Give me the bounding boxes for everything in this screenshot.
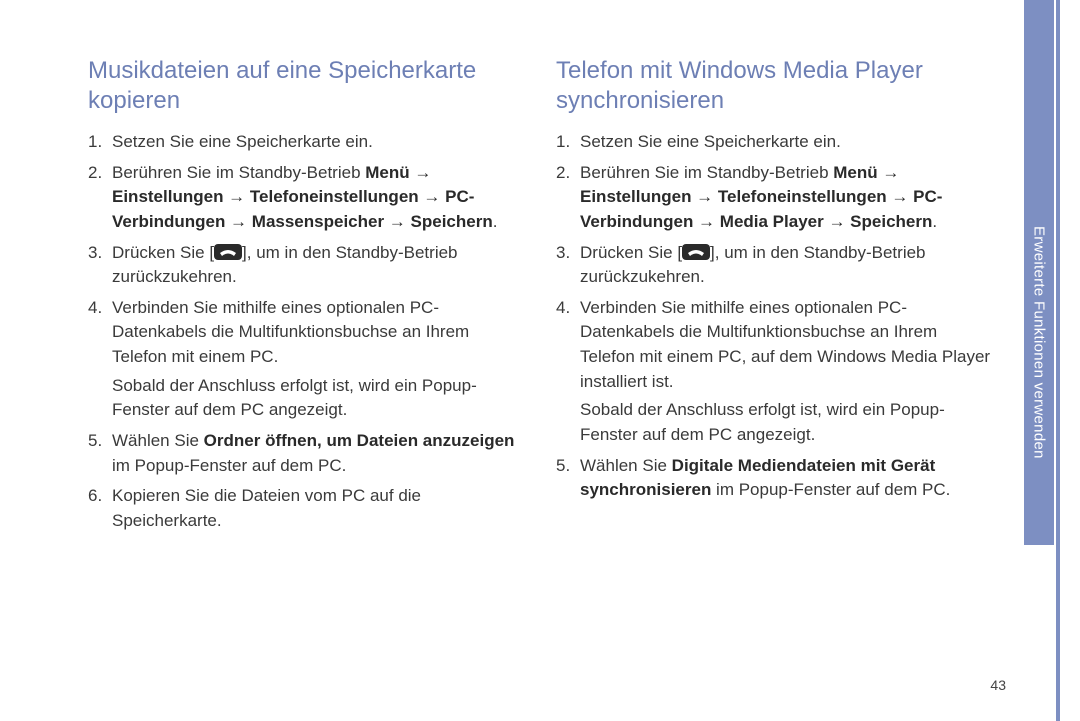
step-text: Berühren Sie im Standby-Betrieb <box>580 163 833 182</box>
left-step-list: Setzen Sie eine Speicherkarte ein. Berüh… <box>88 130 528 534</box>
right-column: Telefon mit Windows Media Player synchro… <box>556 56 996 540</box>
step-bold: Ordner öffnen, um Dateien anzuzeigen <box>204 431 515 450</box>
step-text: Verbinden Sie mithilfe eines optionalen … <box>580 298 990 391</box>
step-text: Drücken Sie [ <box>580 243 682 262</box>
end-call-key-icon <box>682 243 710 259</box>
step-text: Wählen Sie <box>580 456 672 475</box>
side-tab: Erweiterte Funktionen verwenden <box>1024 0 1054 721</box>
right-step-list: Setzen Sie eine Speicherkarte ein. Berüh… <box>556 130 996 503</box>
step-sub-text: Sobald der Anschluss erfolgt ist, wird e… <box>112 374 528 423</box>
step-text: Setzen Sie eine Speicherkarte ein. <box>580 132 841 151</box>
left-column: Musikdateien auf eine Speicherkarte kopi… <box>88 56 528 540</box>
list-item: Kopieren Sie die Dateien vom PC auf die … <box>88 484 528 533</box>
step-sub-text: Sobald der Anschluss erfolgt ist, wird e… <box>580 398 996 447</box>
step-text: Wählen Sie <box>112 431 204 450</box>
list-item: Berühren Sie im Standby-Betrieb Menü → E… <box>88 161 528 235</box>
list-item: Wählen Sie Digitale Mediendateien mit Ge… <box>556 454 996 503</box>
list-item: Wählen Sie Ordner öffnen, um Dateien anz… <box>88 429 528 478</box>
side-tab-bg: Erweiterte Funktionen verwenden <box>1024 0 1054 545</box>
step-text: Verbinden Sie mithilfe eines optionalen … <box>112 298 469 366</box>
list-item: Setzen Sie eine Speicherkarte ein. <box>88 130 528 155</box>
step-text: im Popup-Fenster auf dem PC. <box>112 456 346 475</box>
list-item: Setzen Sie eine Speicherkarte ein. <box>556 130 996 155</box>
page-content: Musikdateien auf eine Speicherkarte kopi… <box>0 0 1080 540</box>
step-text: . <box>493 212 498 231</box>
side-strip <box>1056 0 1060 721</box>
list-item: Verbinden Sie mithilfe eines optionalen … <box>88 296 528 423</box>
left-heading: Musikdateien auf eine Speicherkarte kopi… <box>88 56 528 116</box>
step-text: Drücken Sie [ <box>112 243 214 262</box>
page-number: 43 <box>990 677 1006 693</box>
step-text: im Popup-Fenster auf dem PC. <box>711 480 950 499</box>
step-text: Kopieren Sie die Dateien vom PC auf die … <box>112 486 421 530</box>
right-heading: Telefon mit Windows Media Player synchro… <box>556 56 996 116</box>
side-tab-label: Erweiterte Funktionen verwenden <box>1031 226 1048 459</box>
list-item: Drücken Sie [], um in den Standby-Betrie… <box>556 241 996 290</box>
list-item: Berühren Sie im Standby-Betrieb Menü → E… <box>556 161 996 235</box>
step-text: Berühren Sie im Standby-Betrieb <box>112 163 365 182</box>
step-text: Setzen Sie eine Speicherkarte ein. <box>112 132 373 151</box>
list-item: Verbinden Sie mithilfe eines optionalen … <box>556 296 996 448</box>
end-call-key-icon <box>214 243 242 259</box>
step-text: . <box>932 212 937 231</box>
list-item: Drücken Sie [], um in den Standby-Betrie… <box>88 241 528 290</box>
